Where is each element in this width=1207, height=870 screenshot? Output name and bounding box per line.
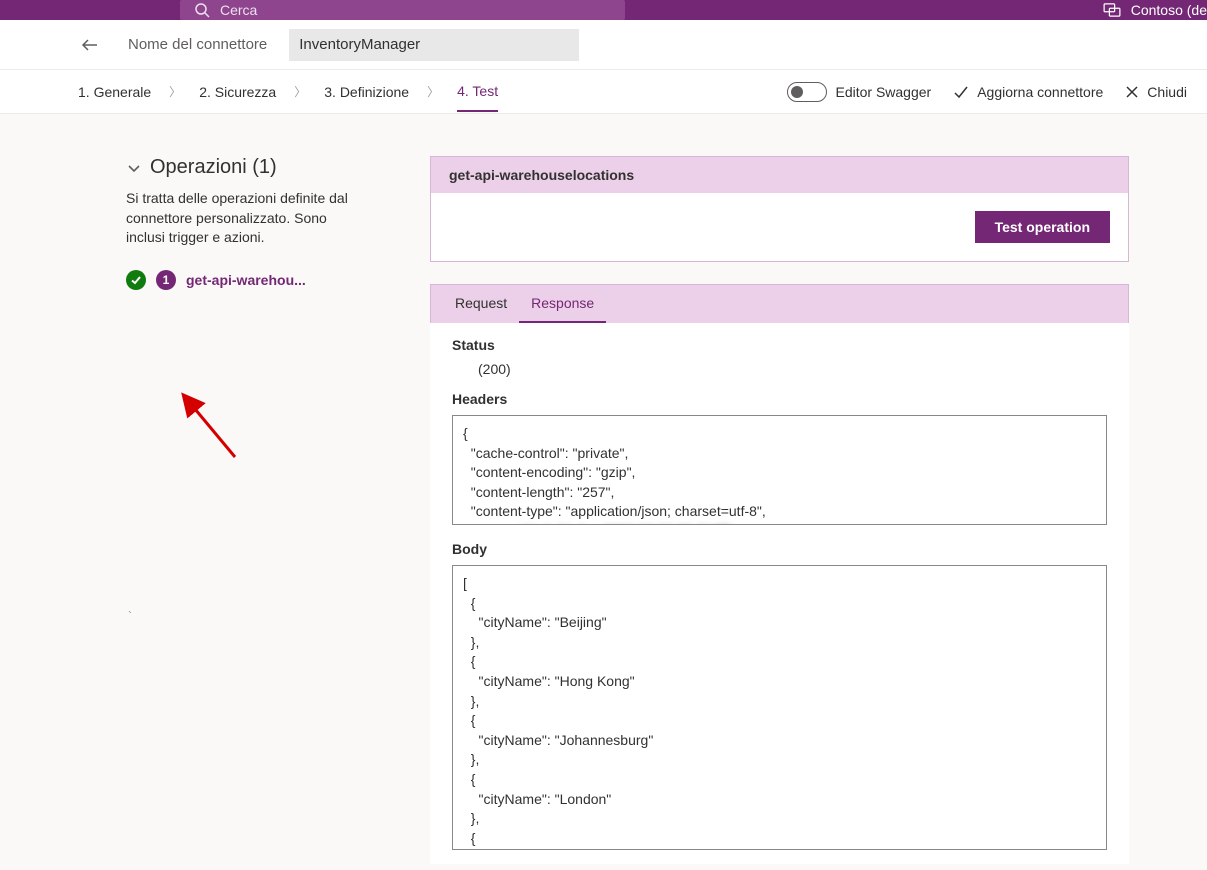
- status-value: (200): [452, 361, 1107, 391]
- red-arrow-annotation: [170, 382, 250, 462]
- body-label: Body: [452, 541, 1107, 557]
- step-definition[interactable]: 3. Definizione: [324, 73, 409, 111]
- chevron-right-icon: 〉: [427, 83, 439, 100]
- toggle-off-icon[interactable]: [787, 82, 827, 102]
- search-icon: [194, 2, 210, 18]
- step-security[interactable]: 2. Sicurezza: [199, 73, 276, 111]
- operation-item[interactable]: 1 get-api-warehou...: [126, 270, 410, 290]
- environment-icon: [1103, 3, 1121, 17]
- status-label: Status: [452, 337, 1107, 353]
- response-panel: Request Response Status (200) Headers { …: [430, 284, 1129, 864]
- operations-description: Si tratta delle operazioni definite dal …: [126, 189, 356, 248]
- operation-number-badge: 1: [156, 270, 176, 290]
- step-test[interactable]: 4. Test: [457, 72, 498, 112]
- body-textarea[interactable]: [ { "cityName": "Beijing" }, { "cityName…: [452, 565, 1107, 850]
- swagger-toggle[interactable]: Editor Swagger: [787, 82, 931, 102]
- top-right-group: Contoso (de: [1103, 2, 1207, 18]
- back-arrow-icon[interactable]: [80, 35, 100, 55]
- operations-title: Operazioni (1): [150, 156, 277, 179]
- checkmark-icon: [953, 84, 969, 100]
- headers-content: { "cache-control": "private", "content-e…: [463, 425, 766, 525]
- wizard-steps: 1. Generale 〉 2. Sicurezza 〉 3. Definizi…: [78, 72, 498, 112]
- operations-header[interactable]: Operazioni (1): [126, 156, 410, 179]
- search-placeholder: Cerca: [220, 2, 257, 18]
- close-button[interactable]: Chiudi: [1125, 84, 1187, 100]
- tab-request[interactable]: Request: [443, 285, 519, 323]
- swagger-label: Editor Swagger: [835, 84, 931, 100]
- test-operation-panel: get-api-warehouselocations Test operatio…: [430, 156, 1129, 262]
- connector-name-bar: Nome del connettore: [0, 20, 1207, 70]
- step-general[interactable]: 1. Generale: [78, 73, 151, 111]
- headers-blurred-date: Wed, 01 Jan 2020 00:00:00 GMT",: [521, 522, 737, 525]
- update-label: Aggiorna connettore: [977, 84, 1103, 100]
- success-check-icon: [126, 270, 146, 290]
- test-operation-button[interactable]: Test operation: [975, 211, 1110, 243]
- test-panel-header: get-api-warehouselocations: [431, 157, 1128, 193]
- headers-textarea[interactable]: { "cache-control": "private", "content-e…: [452, 415, 1107, 525]
- close-icon: [1125, 85, 1139, 99]
- connector-name-input[interactable]: [289, 29, 579, 61]
- chevron-right-icon: 〉: [294, 83, 306, 100]
- command-buttons: Editor Swagger Aggiorna connettore Chiud…: [787, 82, 1187, 102]
- steps-command-bar: 1. Generale 〉 2. Sicurezza 〉 3. Definizi…: [0, 70, 1207, 114]
- operations-sidebar: Operazioni (1) Si tratta delle operazion…: [0, 114, 430, 870]
- chevron-down-icon: [126, 160, 142, 176]
- test-area: get-api-warehouselocations Test operatio…: [430, 114, 1207, 870]
- global-search[interactable]: Cerca: [180, 0, 625, 20]
- connector-name-label: Nome del connettore: [128, 36, 267, 53]
- headers-label: Headers: [452, 391, 1107, 407]
- app-top-bar: Cerca Contoso (de: [0, 0, 1207, 20]
- chevron-right-icon: 〉: [169, 83, 181, 100]
- org-name[interactable]: Contoso (de: [1131, 2, 1207, 18]
- operation-label: get-api-warehou...: [186, 272, 306, 288]
- tab-response[interactable]: Response: [519, 285, 606, 323]
- body-content: [ { "cityName": "Beijing" }, { "cityName…: [463, 575, 653, 850]
- main-content: Operazioni (1) Si tratta delle operazion…: [0, 114, 1207, 870]
- response-body-section: Status (200) Headers { "cache-control": …: [430, 323, 1129, 864]
- stray-tilde: `: [128, 609, 132, 623]
- update-connector-button[interactable]: Aggiorna connettore: [953, 84, 1103, 100]
- close-label: Chiudi: [1147, 84, 1187, 100]
- request-response-tabs: Request Response: [430, 284, 1129, 323]
